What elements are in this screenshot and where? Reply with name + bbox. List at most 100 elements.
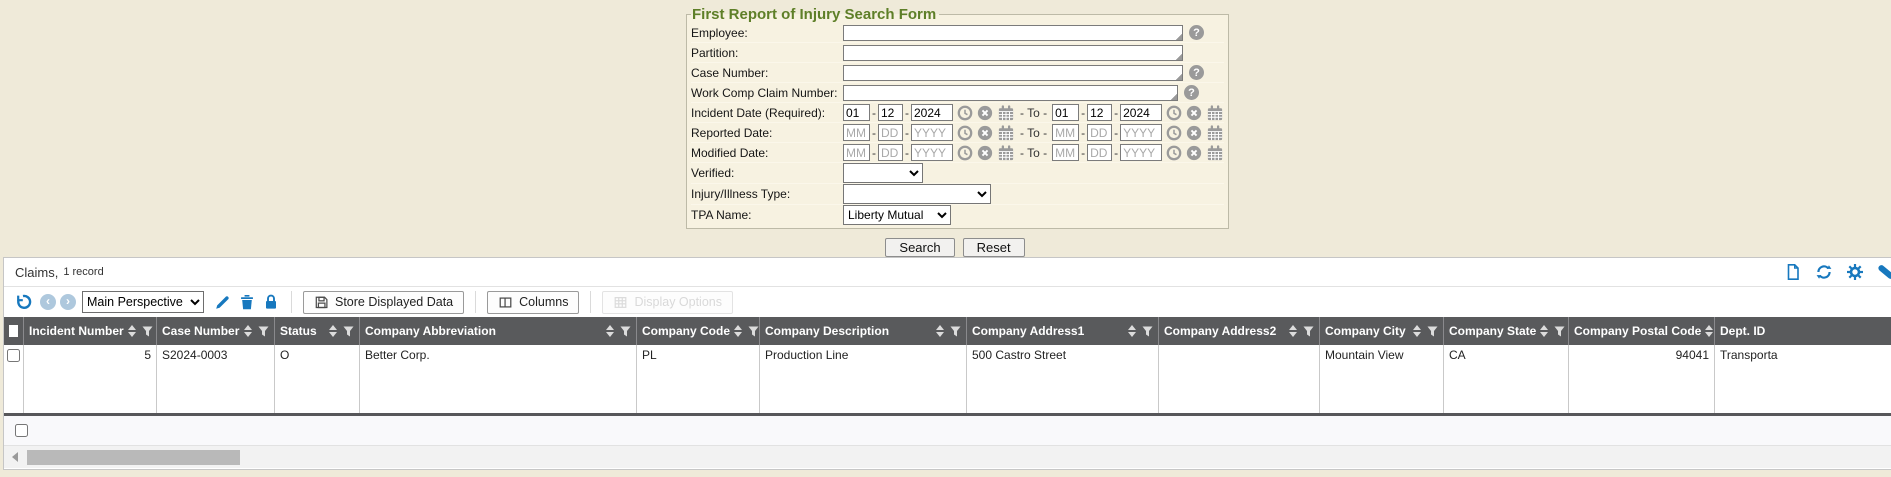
reported-to-year-input[interactable] [1120,124,1162,141]
incident-to-year-input[interactable] [1120,104,1162,121]
column-header-incident-number[interactable]: Incident Number [24,317,157,345]
work-comp-input[interactable] [843,85,1178,101]
column-header-company-city[interactable]: Company City [1320,317,1444,345]
modified-from-month-input[interactable] [843,144,870,161]
reported-to-month-input[interactable] [1052,124,1079,141]
column-header-company-code[interactable]: Company Code [637,317,760,345]
incident-to-month-input[interactable] [1052,104,1079,121]
select-all-checkbox[interactable] [9,325,18,337]
clock-icon[interactable] [957,125,973,141]
injury-type-select[interactable] [843,184,991,204]
help-icon[interactable]: ? [1184,85,1199,100]
edit-pencil-icon[interactable] [214,293,232,311]
column-header-company-state[interactable]: Company State [1444,317,1569,345]
sort-icon[interactable] [734,325,742,337]
clear-icon[interactable] [1186,125,1202,141]
column-header-dept-id[interactable]: Dept. ID [1715,317,1891,345]
filter-funnel-icon[interactable] [1142,326,1153,337]
next-perspective-icon[interactable]: › [60,294,76,310]
modified-from-year-input[interactable] [911,144,953,161]
modified-from-day-input[interactable] [878,144,903,161]
filter-funnel-icon[interactable] [1303,326,1314,337]
sort-icon[interactable] [606,325,614,337]
help-icon[interactable]: ? [1189,65,1204,80]
row-checkbox[interactable] [7,349,20,362]
incident-from-month-input[interactable] [843,104,870,121]
reported-from-day-input[interactable] [878,124,903,141]
undo-icon[interactable] [14,293,32,311]
clear-icon[interactable] [1186,105,1202,121]
clock-icon[interactable] [957,145,973,161]
filter-funnel-icon[interactable] [258,326,269,337]
help-icon[interactable]: ? [1189,25,1204,40]
filter-funnel-icon[interactable] [748,326,759,337]
reported-to-day-input[interactable] [1087,124,1112,141]
calendar-icon[interactable] [997,124,1015,142]
perspective-select[interactable]: Main Perspective [82,291,204,313]
modified-to-year-input[interactable] [1120,144,1162,161]
wrench-icon[interactable] [1877,264,1891,280]
scroll-left-arrow-icon[interactable] [12,452,18,462]
horizontal-scrollbar[interactable] [4,446,1891,468]
sort-icon[interactable] [244,325,252,337]
search-button[interactable]: Search [885,238,954,257]
tpa-name-select[interactable]: Liberty Mutual [843,205,951,225]
clear-icon[interactable] [977,125,993,141]
sort-icon[interactable] [128,325,136,337]
settings-gear-icon[interactable] [1846,263,1864,281]
clock-icon[interactable] [1166,145,1182,161]
sort-icon[interactable] [1128,325,1136,337]
sort-icon[interactable] [936,325,944,337]
column-header-company-address2[interactable]: Company Address2 [1159,317,1320,345]
calendar-icon[interactable] [997,144,1015,162]
modified-to-day-input[interactable] [1087,144,1112,161]
reported-from-year-input[interactable] [911,124,953,141]
column-header-status[interactable]: Status [275,317,360,345]
column-header-company-abbreviation[interactable]: Company Abbreviation [360,317,637,345]
clear-icon[interactable] [977,145,993,161]
filter-funnel-icon[interactable] [142,326,153,337]
filter-funnel-icon[interactable] [1427,326,1438,337]
reset-button[interactable]: Reset [963,238,1025,257]
partition-input[interactable] [843,45,1183,61]
sort-icon[interactable] [329,325,337,337]
employee-input[interactable] [843,25,1183,41]
filter-funnel-icon[interactable] [620,326,631,337]
column-header-company-description[interactable]: Company Description [760,317,967,345]
calendar-icon[interactable] [1206,104,1224,122]
calendar-icon[interactable] [1206,124,1224,142]
scrollbar-thumb[interactable] [27,450,240,465]
clear-icon[interactable] [1186,145,1202,161]
filter-funnel-icon[interactable] [950,326,961,337]
new-document-icon[interactable] [1784,263,1802,281]
sort-icon[interactable] [1289,325,1297,337]
clear-icon[interactable] [977,105,993,121]
delete-trash-icon[interactable] [238,293,256,311]
calendar-icon[interactable] [1206,144,1224,162]
clock-icon[interactable] [957,105,973,121]
footer-select-checkbox[interactable] [15,424,28,437]
columns-button[interactable]: Columns [487,291,579,314]
previous-perspective-icon[interactable]: ‹ [40,294,56,310]
incident-to-day-input[interactable] [1087,104,1112,121]
column-header-company-address1[interactable]: Company Address1 [967,317,1159,345]
filter-funnel-icon[interactable] [343,326,354,337]
column-header-case-number[interactable]: Case Number [157,317,275,345]
clock-icon[interactable] [1166,105,1182,121]
lock-icon[interactable] [262,293,280,311]
clock-icon[interactable] [1166,125,1182,141]
store-displayed-data-button[interactable]: Store Displayed Data [303,291,464,314]
modified-to-month-input[interactable] [1052,144,1079,161]
incident-from-day-input[interactable] [878,104,903,121]
refresh-icon[interactable] [1815,263,1833,281]
filter-funnel-icon[interactable] [1554,326,1565,337]
verified-select[interactable] [843,163,923,183]
incident-from-year-input[interactable] [911,104,953,121]
calendar-icon[interactable] [997,104,1015,122]
table-row[interactable]: 5 S2024-0003 O Better Corp. PL Productio… [4,345,1891,413]
sort-icon[interactable] [1413,325,1421,337]
column-header-company-postal-code[interactable]: Company Postal Code [1569,317,1715,345]
sort-icon[interactable] [1540,325,1548,337]
case-number-input[interactable] [843,65,1183,81]
reported-from-month-input[interactable] [843,124,870,141]
